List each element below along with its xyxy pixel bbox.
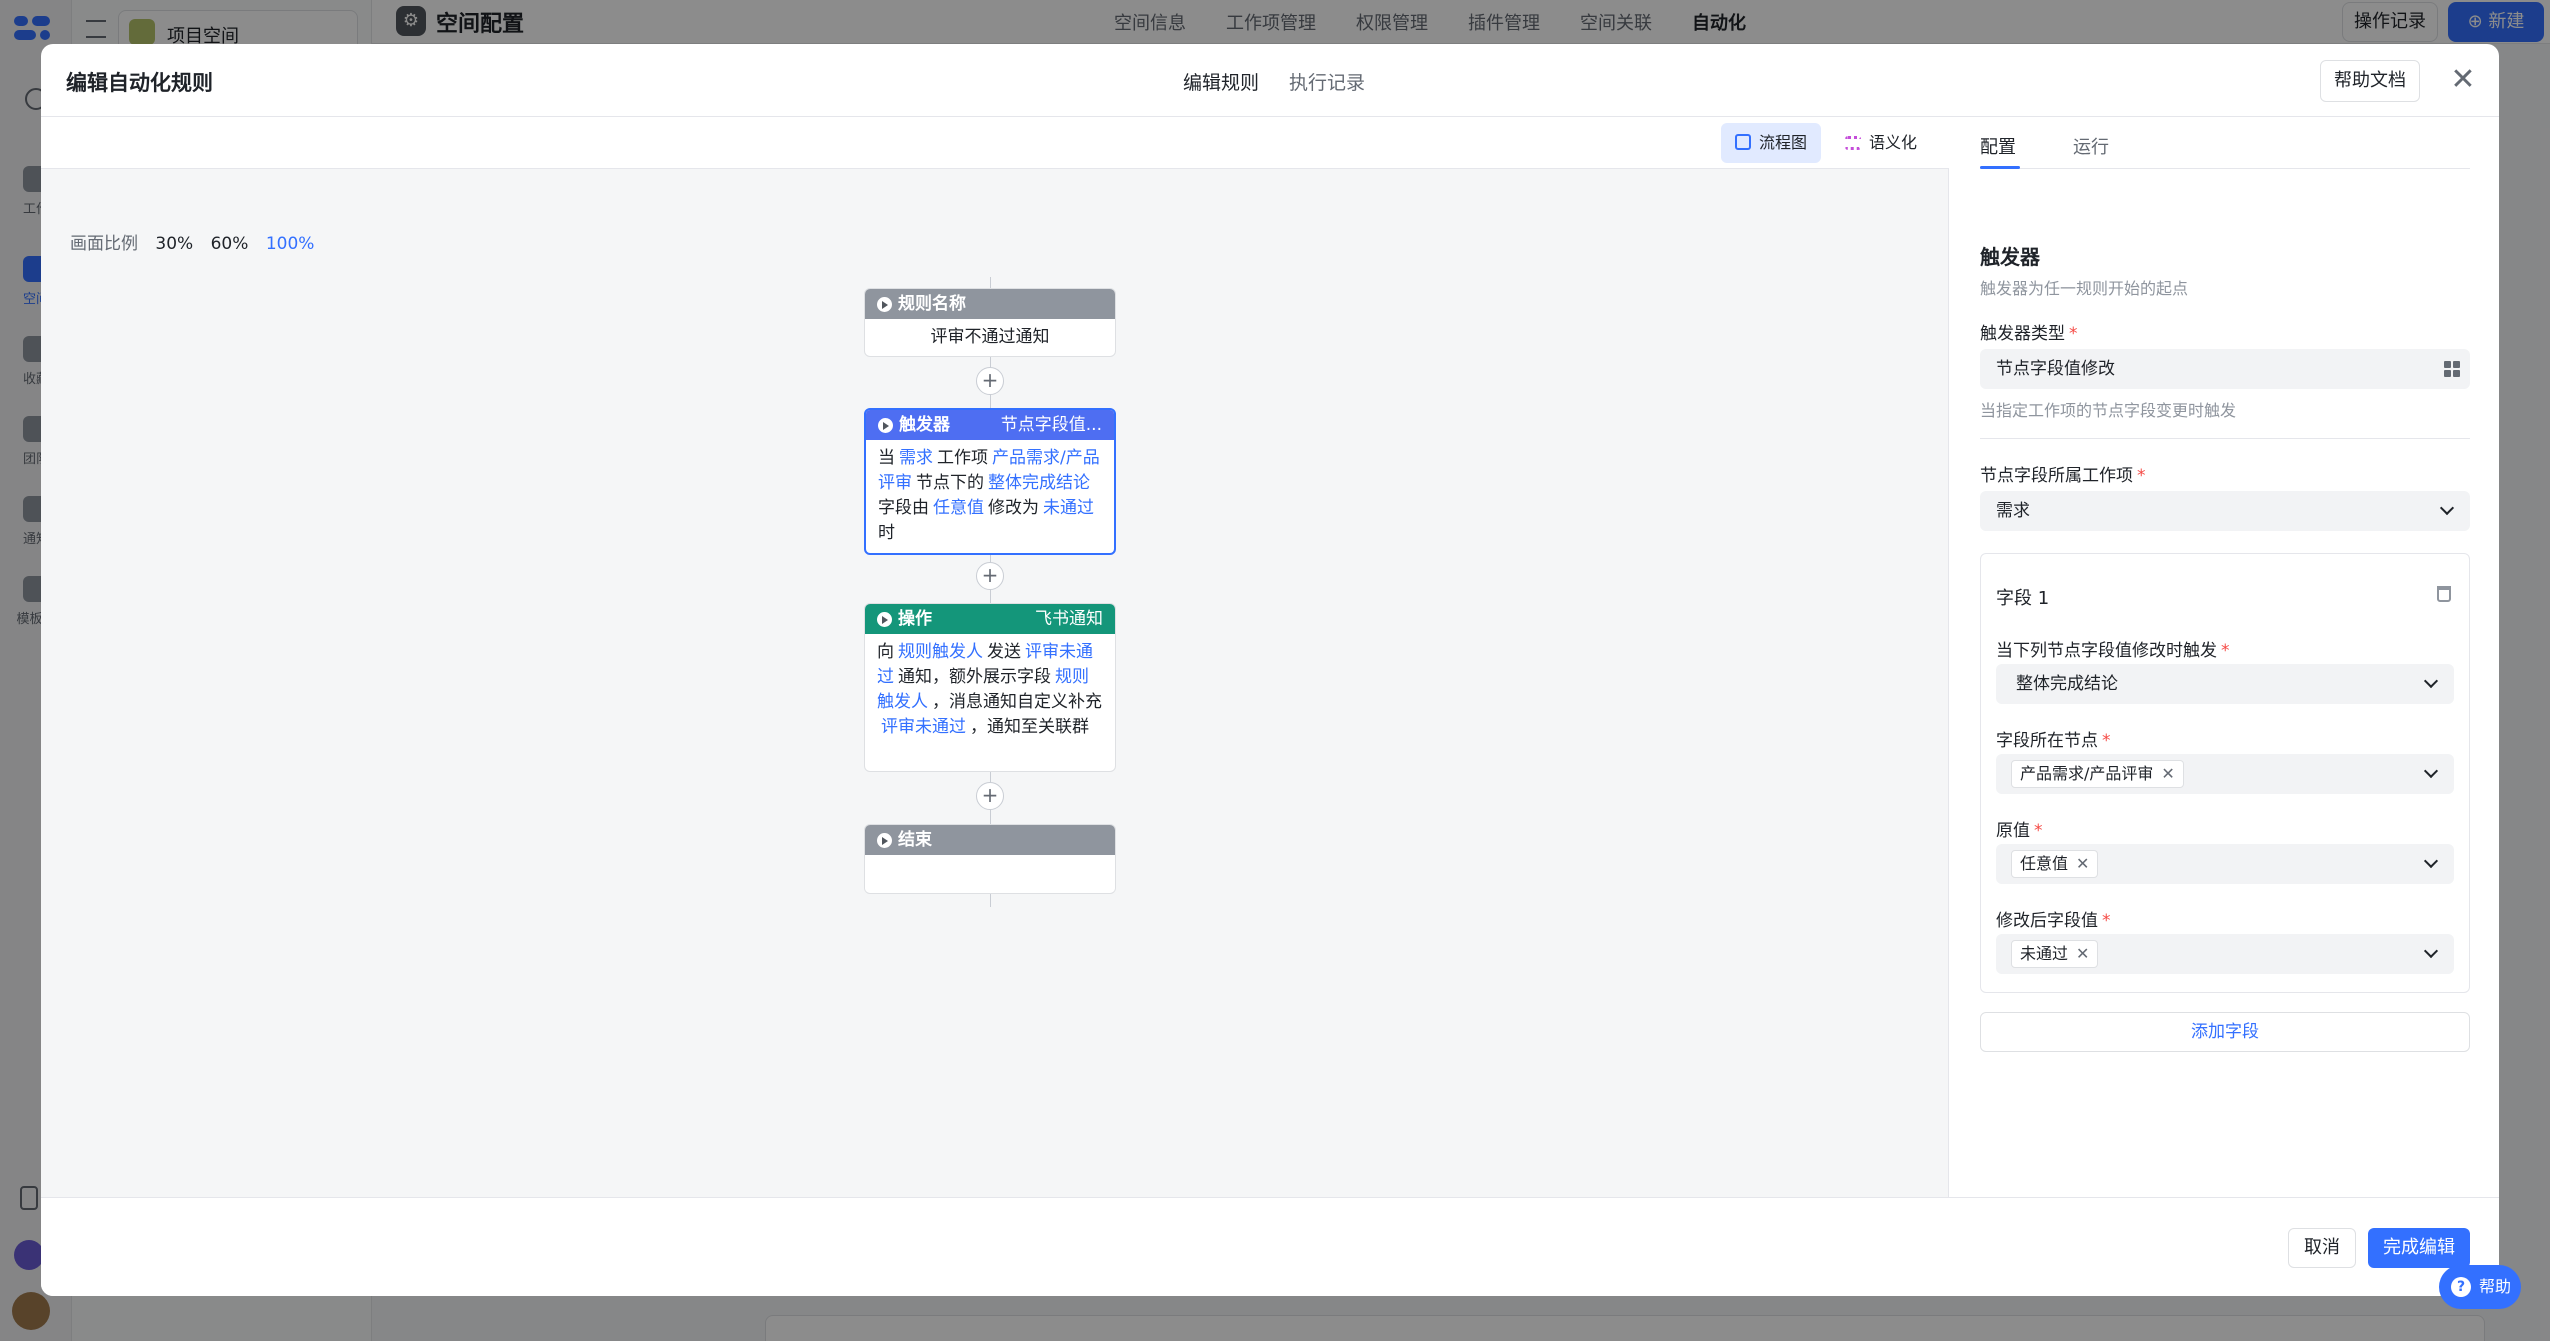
trigger-node[interactable]: 触发器 节点字段值... 当需求 工作项 产品需求/产品评审 节点下的 整体完成结论字段由… bbox=[864, 408, 1116, 555]
trigger-description: 当需求 工作项 产品需求/产品评审 节点下的 整体完成结论字段由 任意值 修改为 未通过时 bbox=[878, 448, 1100, 543]
trigger-type-summary: 节点字段值... bbox=[1000, 415, 1102, 435]
chevron-down-icon bbox=[2423, 943, 2439, 959]
node-select[interactable]: 产品需求/产品评审 ✕ bbox=[1996, 754, 2454, 794]
end-icon bbox=[877, 832, 892, 848]
remove-tag-icon[interactable]: ✕ bbox=[2161, 764, 2174, 783]
modal-header: 编辑自动化规则 编辑规则 执行记录 帮助文档 ✕ bbox=[41, 44, 2499, 117]
zoom-control: 画面比例 30% 60% 100% bbox=[70, 229, 326, 254]
cancel-button[interactable]: 取消 bbox=[2288, 1228, 2356, 1268]
flowchart-icon bbox=[1735, 134, 1751, 150]
active-tab-indicator bbox=[1980, 166, 2020, 169]
when-field-select[interactable]: 整体完成结论 bbox=[1996, 664, 2454, 704]
modal-title: 编辑自动化规则 bbox=[66, 71, 213, 95]
grid-icon bbox=[2444, 361, 2460, 377]
tab-config[interactable]: 配置 bbox=[1980, 133, 2016, 159]
work-item-select[interactable]: 需求 bbox=[1980, 491, 2470, 531]
section-desc: 触发器为任一规则开始的起点 bbox=[1980, 279, 2189, 298]
modal-tabs: 编辑规则 执行记录 bbox=[1183, 68, 1365, 95]
config-panel: 配置 运行 触发器 触发器为任一规则开始的起点 触发器类型 * 节点字段值修改 当… bbox=[1950, 117, 2499, 1197]
end-node[interactable]: 结束 bbox=[864, 824, 1116, 894]
chevron-down-icon bbox=[2423, 763, 2439, 779]
trigger-type-hint: 当指定工作项的节点字段变更时触发 bbox=[1980, 401, 2237, 420]
done-button[interactable]: 完成编辑 bbox=[2368, 1228, 2470, 1268]
work-item-label: 节点字段所属工作项 * bbox=[1980, 466, 2146, 486]
field-card-title: 字段 1 bbox=[1996, 588, 2050, 609]
tab-run[interactable]: 运行 bbox=[2073, 133, 2109, 159]
divider bbox=[1980, 438, 2470, 439]
play-icon bbox=[877, 296, 892, 312]
config-tabs: 配置 运行 bbox=[1980, 117, 2470, 169]
action-description: 向规则触发人 发送 评审未通过 通知，额外展示字段 规则触发人 ，消息通知自定义补充评审未… bbox=[877, 642, 1102, 737]
rule-name-value: 评审不通过通知 bbox=[930, 327, 1050, 347]
remove-tag-icon[interactable]: ✕ bbox=[2076, 854, 2089, 873]
add-step-button-1[interactable]: + bbox=[976, 367, 1004, 395]
zoom-60[interactable]: 60% bbox=[211, 234, 249, 254]
canvas-toolbar: 流程图 语义化 bbox=[41, 117, 1949, 169]
edit-rule-modal: 编辑自动化规则 编辑规则 执行记录 帮助文档 ✕ 流程图 语义化 画面比例 30… bbox=[41, 44, 2499, 1296]
new-value-select[interactable]: 未通过 ✕ bbox=[1996, 934, 2454, 974]
view-flowchart-button[interactable]: 流程图 bbox=[1721, 123, 1822, 163]
orig-value-select[interactable]: 任意值 ✕ bbox=[1996, 844, 2454, 884]
help-button[interactable]: 帮助 bbox=[2439, 1265, 2521, 1309]
chevron-down-icon bbox=[2423, 673, 2439, 689]
when-field-label: 当下列节点字段值修改时触发 * bbox=[1996, 641, 2230, 661]
list-icon bbox=[1845, 136, 1861, 150]
node-label: 字段所在节点 * bbox=[1996, 731, 2111, 751]
add-field-button[interactable]: 添加字段 bbox=[1980, 1012, 2470, 1052]
orig-value-tag: 任意值 ✕ bbox=[2011, 850, 2099, 878]
trigger-icon bbox=[878, 417, 893, 433]
zoom-30[interactable]: 30% bbox=[155, 234, 193, 254]
trigger-type-select[interactable]: 节点字段值修改 bbox=[1980, 349, 2470, 389]
section-title: 触发器 bbox=[1980, 245, 2040, 269]
tab-edit-rule[interactable]: 编辑规则 bbox=[1183, 68, 1259, 95]
chevron-down-icon bbox=[2423, 853, 2439, 869]
tab-exec-log[interactable]: 执行记录 bbox=[1289, 68, 1365, 95]
delete-field-icon[interactable] bbox=[2437, 586, 2451, 602]
zoom-label: 画面比例 bbox=[70, 234, 138, 254]
view-semantic-button[interactable]: 语义化 bbox=[1831, 123, 1931, 163]
help-doc-button[interactable]: 帮助文档 bbox=[2320, 60, 2420, 102]
new-value-label: 修改后字段值 * bbox=[1996, 911, 2111, 931]
trigger-type-label: 触发器类型 * bbox=[1980, 324, 2078, 344]
action-node[interactable]: 操作 飞书通知 向规则触发人 发送 评审未通过 通知，额外展示字段 规则触发人 ，消息通知自… bbox=[864, 603, 1116, 772]
orig-value-label: 原值 * bbox=[1996, 821, 2043, 841]
rule-name-node[interactable]: 规则名称 评审不通过通知 bbox=[864, 288, 1116, 357]
field-card: 字段 1 当下列节点字段值修改时触发 * 整体完成结论 字段所在节点 * 产品需求/… bbox=[1980, 553, 2470, 993]
node-tag: 产品需求/产品评审 ✕ bbox=[2011, 760, 2184, 788]
action-type-summary: 飞书通知 bbox=[1035, 609, 1103, 629]
zoom-100[interactable]: 100% bbox=[266, 234, 315, 254]
add-step-button-2[interactable]: + bbox=[976, 562, 1004, 590]
remove-tag-icon[interactable]: ✕ bbox=[2076, 944, 2089, 963]
modal-footer: 取消 完成编辑 bbox=[41, 1197, 2499, 1296]
chevron-down-icon bbox=[2439, 500, 2455, 516]
flow-canvas[interactable]: 流程图 语义化 画面比例 30% 60% 100% 规则名称 评审不通过通知 +… bbox=[41, 117, 1949, 1197]
close-icon[interactable]: ✕ bbox=[2445, 62, 2481, 98]
action-icon bbox=[877, 611, 892, 627]
new-value-tag: 未通过 ✕ bbox=[2011, 940, 2099, 968]
add-step-button-3[interactable]: + bbox=[976, 782, 1004, 810]
